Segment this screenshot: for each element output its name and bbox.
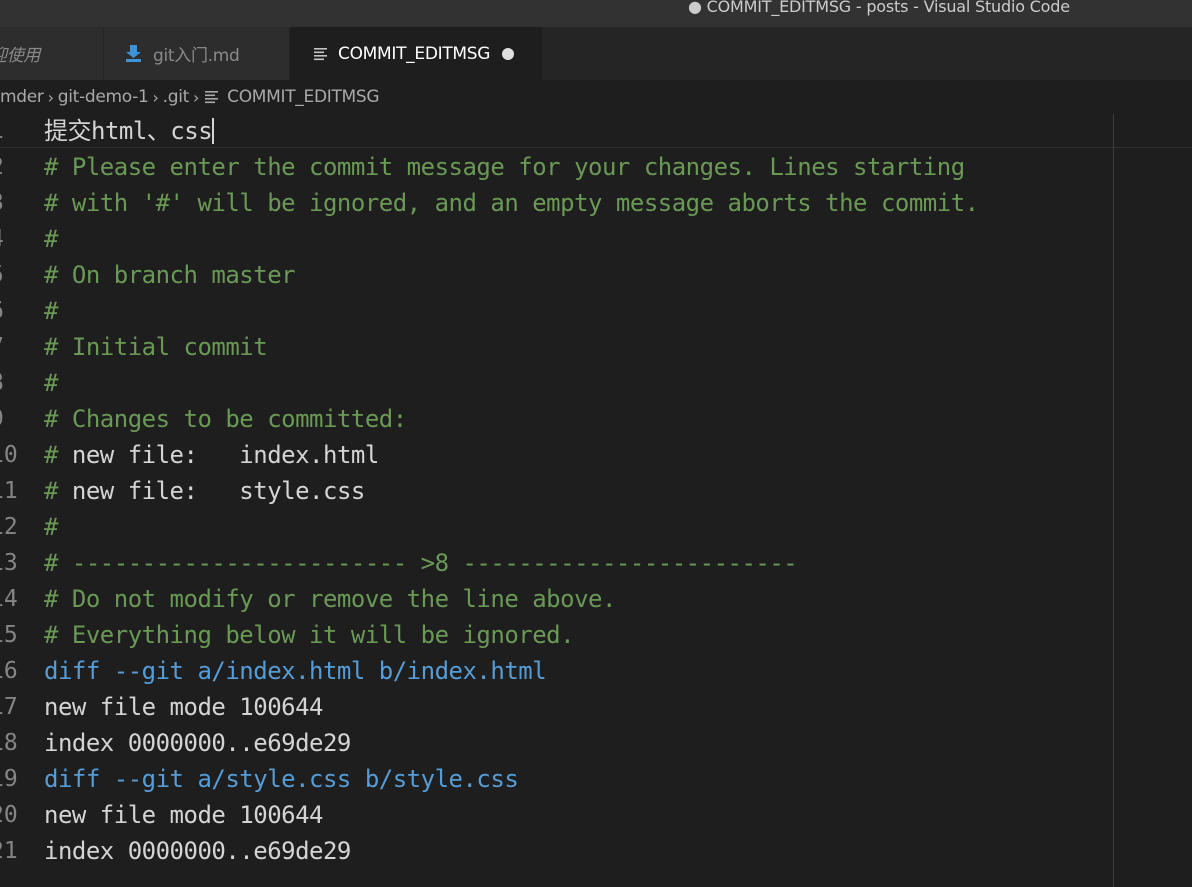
breadcrumb-item[interactable]: .git xyxy=(163,87,190,107)
line-number: 14 xyxy=(0,586,18,612)
tab-label: COMMIT_EDITMSG xyxy=(338,43,491,64)
line-number: 7 xyxy=(0,329,12,365)
comment-prefix: # xyxy=(44,477,72,505)
markdown-download-icon xyxy=(126,45,141,62)
code-text: index 0000000..e69de29 xyxy=(44,729,351,757)
code-text: index 0000000..e69de29 xyxy=(44,837,351,865)
line-number: 5 xyxy=(0,257,12,293)
code-text: new file mode 100644 xyxy=(44,693,323,721)
line-code: # Initial commit xyxy=(44,329,268,365)
line-number: 15 xyxy=(0,622,18,648)
line-code: new file mode 100644 xyxy=(44,689,323,725)
chevron-right-icon: › xyxy=(193,87,200,107)
line-number: 2 xyxy=(0,149,12,185)
staged-file-text: new file: index.html xyxy=(71,441,379,469)
staged-file-text: new file: style.css xyxy=(71,477,365,505)
unsaved-dot-icon[interactable] xyxy=(502,47,515,60)
text-cursor xyxy=(212,118,215,144)
line-code: index 0000000..e69de29 xyxy=(44,833,351,869)
chevron-right-icon: › xyxy=(47,87,54,107)
comment-text: # On branch master xyxy=(44,261,296,289)
chevron-right-icon: › xyxy=(152,87,159,107)
breadcrumb-item[interactable]: git-demo-1 xyxy=(58,87,149,107)
line-code: # xyxy=(44,293,58,329)
breadcrumb: mder › git-demo-1 › .git › COMMIT_EDITMS… xyxy=(0,80,1192,114)
lines-icon xyxy=(314,47,327,60)
diff-header-text: diff --git a/index.html b/index.html xyxy=(44,657,547,685)
tab-bar: 迎使用 git入门.md COMMIT_EDITMSG xyxy=(0,27,1192,80)
comment-text: # Changes to be committed: xyxy=(44,405,407,433)
line-number: 3 xyxy=(0,185,12,221)
title-bar: ● COMMIT_EDITMSG - posts - Visual Studio… xyxy=(0,0,1192,27)
tab-commit-editmsg[interactable]: COMMIT_EDITMSG xyxy=(290,27,543,80)
line-code: # On branch master xyxy=(44,257,296,293)
line-code: # xyxy=(44,365,58,401)
line-code: # Do not modify or remove the line above… xyxy=(44,581,616,617)
comment-text: # Everything below it will be ignored. xyxy=(44,621,575,649)
tab-welcome[interactable]: 迎使用 xyxy=(0,27,104,80)
line-number: 19 xyxy=(0,766,18,792)
comment-text: # ------------------------ >8 ----------… xyxy=(44,549,798,577)
line-code: # ------------------------ >8 ----------… xyxy=(44,545,798,581)
line-number: 20 xyxy=(0,802,18,828)
tab-label: 迎使用 xyxy=(0,46,41,66)
line-code: new file mode 100644 xyxy=(44,797,323,833)
line-number: 21 xyxy=(0,838,18,864)
line-code: # xyxy=(44,509,58,545)
line-number: 16 xyxy=(0,658,18,684)
line-number: 13 xyxy=(0,550,18,576)
line-code: 提交html、css xyxy=(44,114,215,149)
comment-text: # xyxy=(44,513,58,541)
line-code: # new file: style.css xyxy=(44,473,365,509)
comment-text: # with '#' will be ignored, and an empty… xyxy=(44,189,979,217)
line-code: # Everything below it will be ignored. xyxy=(44,617,575,653)
line-number: 4 xyxy=(0,221,12,257)
line-number: 11 xyxy=(0,478,18,504)
line-number: 1 xyxy=(0,114,12,149)
vertical-ruler xyxy=(1113,114,1114,887)
line-code: index 0000000..e69de29 xyxy=(44,725,351,761)
comment-prefix: # xyxy=(44,441,72,469)
comment-text: # xyxy=(44,225,58,253)
breadcrumb-label: COMMIT_EDITMSG xyxy=(227,87,380,107)
line-number: 12 xyxy=(0,514,18,540)
code-text: new file mode 100644 xyxy=(44,801,323,829)
line-code: diff --git a/style.css b/style.css xyxy=(44,761,519,797)
line-code: # new file: index.html xyxy=(44,437,379,473)
line-number: 6 xyxy=(0,293,12,329)
tab-label: git入门.md xyxy=(153,46,240,66)
line-code: # xyxy=(44,221,58,257)
comment-text: # Do not modify or remove the line above… xyxy=(44,585,616,613)
line-number: 10 xyxy=(0,442,18,468)
line-code: diff --git a/index.html b/index.html xyxy=(44,653,547,689)
breadcrumb-item[interactable]: mder xyxy=(0,87,44,107)
line-number: 17 xyxy=(0,694,18,720)
line-code: # with '#' will be ignored, and an empty… xyxy=(44,185,979,221)
line-code: # Changes to be committed: xyxy=(44,401,407,437)
lines-icon xyxy=(205,91,219,104)
line-number: 18 xyxy=(0,730,18,756)
line-number: 9 xyxy=(0,401,12,437)
comment-text: # xyxy=(44,369,58,397)
comment-text: # Initial commit xyxy=(44,333,268,361)
line-number: 8 xyxy=(0,365,12,401)
window-title: ● COMMIT_EDITMSG - posts - Visual Studio… xyxy=(688,0,1070,16)
comment-text: # xyxy=(44,297,58,325)
code-text: 提交html、css xyxy=(44,117,213,145)
comment-text: # Please enter the commit message for yo… xyxy=(44,153,965,181)
tab-git-intro-md[interactable]: git入门.md xyxy=(104,27,290,80)
diff-header-text: diff --git a/style.css b/style.css xyxy=(44,765,519,793)
code-editor[interactable]: 1 提交html、css 2 # Please enter the commit me… xyxy=(0,114,1192,887)
breadcrumb-item-file[interactable]: COMMIT_EDITMSG xyxy=(203,87,380,107)
line-code: # Please enter the commit message for yo… xyxy=(44,149,965,185)
